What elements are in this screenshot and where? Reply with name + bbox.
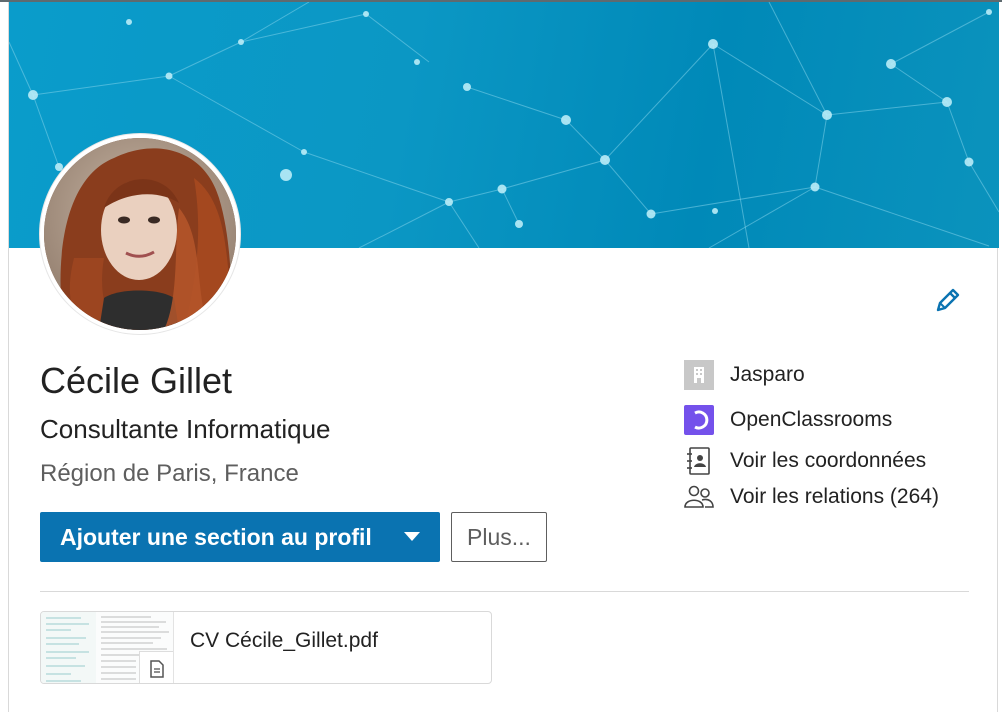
company-building-icon bbox=[684, 360, 714, 390]
document-filename: CV Cécile_Gillet.pdf bbox=[190, 629, 378, 652]
more-button[interactable]: Plus... bbox=[451, 512, 547, 562]
profile-name: Cécile Gillet bbox=[40, 360, 233, 401]
section-divider bbox=[40, 591, 969, 592]
portrait-image bbox=[44, 138, 236, 330]
profile-location: Région de Paris, France bbox=[40, 460, 299, 487]
people-icon bbox=[684, 482, 714, 512]
add-profile-section-label: Ajouter une section au profil bbox=[60, 523, 372, 550]
sidebar-item-connections[interactable]: Voir les relations (264) bbox=[684, 482, 939, 512]
sidebar-item-contact-info-label: Voir les coordonnées bbox=[730, 449, 927, 472]
sidebar-item-company-label: Jasparo bbox=[730, 363, 805, 386]
document-icon bbox=[139, 651, 173, 683]
profile-card: Cécile Gillet Consultante Informatique R… bbox=[8, 2, 999, 712]
resume-document-card[interactable]: CV Cécile_Gillet.pdf bbox=[40, 611, 492, 684]
edit-profile-pencil-icon[interactable] bbox=[933, 285, 963, 315]
sidebar-item-school[interactable]: OpenClassrooms bbox=[684, 405, 892, 435]
contact-book-icon bbox=[684, 446, 714, 476]
profile-headline: Consultante Informatique bbox=[40, 414, 331, 444]
sidebar-item-school-label: OpenClassrooms bbox=[730, 408, 893, 431]
chevron-down-icon bbox=[404, 532, 420, 541]
sidebar-item-company[interactable]: Jasparo bbox=[684, 360, 805, 390]
document-thumbnail bbox=[41, 612, 174, 683]
add-profile-section-button[interactable]: Ajouter une section au profil bbox=[40, 512, 440, 562]
profile-avatar[interactable] bbox=[40, 134, 240, 334]
sidebar-item-connections-label: Voir les relations (264) bbox=[730, 485, 939, 508]
openclassrooms-logo-icon bbox=[684, 405, 714, 435]
sidebar-item-contact-info[interactable]: Voir les coordonnées bbox=[684, 446, 926, 476]
